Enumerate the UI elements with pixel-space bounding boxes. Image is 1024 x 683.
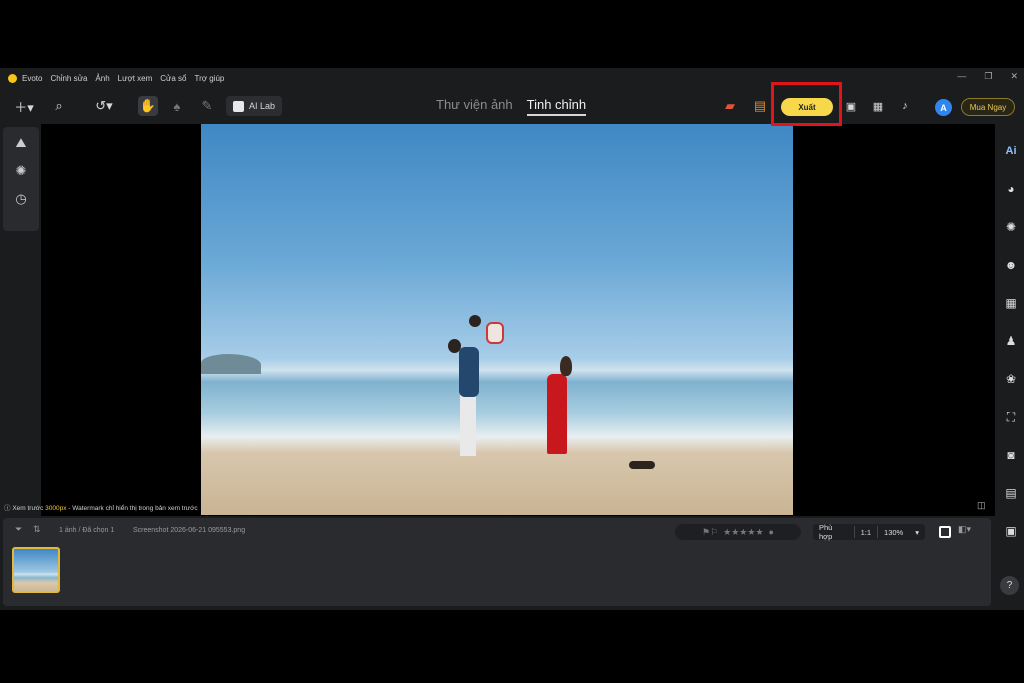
search-button[interactable]: ⌕ <box>50 96 68 116</box>
bell-icon: ♪ <box>902 100 908 112</box>
search-icon: ⌕ <box>55 98 63 113</box>
camera-icon[interactable]: ◙ <box>1007 436 1014 474</box>
folder-eye-icon[interactable]: ▤ <box>1005 474 1016 512</box>
notification-button[interactable]: ♪ <box>897 96 913 116</box>
add-button[interactable]: ＋▾ <box>10 96 38 116</box>
avatar[interactable]: A <box>935 99 952 116</box>
undo-button[interactable]: ↺▾ <box>88 96 120 116</box>
zoom-controls: Phù hợp 1:1 130% ▾ <box>813 523 925 541</box>
preview-watermark-note: ⓘ Xem trước 3000px - Watermark chỉ hiển … <box>4 502 198 512</box>
ai-lab-icon <box>233 100 244 112</box>
batch-button[interactable]: ▣ <box>843 96 859 116</box>
menu-item-help[interactable]: Trợ giúp <box>195 74 225 83</box>
evoto-logo-icon <box>8 73 17 83</box>
tab-library[interactable]: Thư viện ảnh <box>436 97 513 116</box>
menu-item-view[interactable]: Lượt xem <box>118 74 153 83</box>
hand-icon: ✋ <box>139 98 157 113</box>
file-name: Screenshot 2026-06-21 095553.png <box>133 527 246 534</box>
eraser-tool-button[interactable]: ✎ <box>198 96 216 116</box>
fit-button[interactable]: Phù hợp <box>813 523 854 541</box>
left-tool-panel: ⛰ ✺ ◷ <box>3 127 39 231</box>
filter-dots-icon[interactable]: ✺ <box>16 163 27 179</box>
grid-icon[interactable]: ▦ <box>1005 284 1016 322</box>
brush-tool-button[interactable]: ♠ <box>168 96 186 116</box>
photo-preview[interactable] <box>201 124 793 515</box>
close-button[interactable]: ✕ <box>1010 71 1018 82</box>
selection-count: 1 ảnh / Đã chọn 1 <box>59 527 115 534</box>
promo-button[interactable]: ▤ <box>750 96 770 116</box>
preview-suffix: - Watermark chỉ hiển thị trong bản xem t… <box>66 505 198 512</box>
undo-icon: ↺▾ <box>95 98 113 113</box>
highlight-frame <box>771 82 842 126</box>
filter-icon[interactable]: ✺ <box>1006 208 1016 246</box>
menu-item-window[interactable]: Cửa sổ <box>160 74 186 83</box>
hand-tool-button[interactable]: ✋ <box>138 96 158 116</box>
filmstrip-toolbar: ⏷ ⇅ 1 ảnh / Đã chọn 1 Screenshot 2026-06… <box>3 523 991 541</box>
photo-baby-head <box>469 315 481 327</box>
photo-man <box>459 347 479 397</box>
app-name: Evoto <box>22 73 43 83</box>
paw-icon[interactable]: ❀ <box>1006 360 1016 398</box>
photo-man-legs <box>460 394 476 456</box>
zoom-select[interactable]: 130% <box>878 528 909 537</box>
single-view-icon[interactable] <box>939 526 951 538</box>
preview-size: 3000px <box>45 505 67 512</box>
mode-tabs: Thư viện ảnh Tinh chỉnh <box>436 97 587 116</box>
ratio-button[interactable]: 1:1 <box>855 528 877 537</box>
ai-lab-button[interactable]: AI Lab <box>226 96 283 116</box>
window-controls: — ❐ ✕ <box>957 71 1018 82</box>
tab-edit[interactable]: Tinh chỉnh <box>526 97 587 116</box>
photo-shoes <box>629 461 655 469</box>
color-label-icon[interactable]: ● <box>769 527 774 537</box>
maximize-button[interactable]: ❐ <box>984 71 992 82</box>
menu-item-edit[interactable]: Chỉnh sửa <box>50 74 87 83</box>
batch-icon: ▣ <box>845 100 857 113</box>
compare-view-icon[interactable]: ◧▾ <box>958 524 971 535</box>
calendar-button[interactable]: ▦ <box>870 96 886 116</box>
rating-bar[interactable]: ⚑⚐ ★★★★★ ● <box>675 524 801 540</box>
photo-hill <box>201 354 261 374</box>
calendar-icon: ▦ <box>872 100 884 113</box>
chevron-down-icon[interactable]: ▾ <box>909 528 925 537</box>
promo-icon: ▤ <box>753 98 767 113</box>
person-box-icon[interactable]: ▣ <box>1005 512 1016 550</box>
star-rating[interactable]: ★★★★★ <box>723 527 763 538</box>
right-tool-panel: Ai ◕ ✺ ☻ ▦ ♟ ❀ ⛶ ◙ ▤ ▣ <box>998 132 1024 550</box>
history-clock-icon[interactable]: ◷ <box>15 191 26 207</box>
crop-icon[interactable]: ⛶ <box>1007 398 1015 436</box>
portrait-edit-icon[interactable]: ⛰ <box>16 135 27 151</box>
menu-item-image[interactable]: Ảnh <box>95 74 109 83</box>
shirt-icon[interactable]: ♟ <box>1006 322 1017 360</box>
help-button[interactable]: ? <box>1000 576 1019 595</box>
sort-icon[interactable]: ⇅ <box>33 524 41 535</box>
compare-split-icon[interactable]: ◫ <box>977 500 986 511</box>
menu-bar: Evoto Chỉnh sửa Ảnh Lượt xem Cửa sổ Trợ … <box>0 68 1024 88</box>
preview-prefix: Xem trước <box>12 505 46 512</box>
face-icon[interactable]: ☻ <box>1005 246 1018 284</box>
filmstrip-panel: ⏷ ⇅ 1 ảnh / Đã chọn 1 Screenshot 2026-06… <box>3 518 991 606</box>
photo-baby <box>486 322 504 344</box>
toolbar: ＋▾ ⌕ ↺▾ ✋ ♠ ✎ AI Lab Thư viện ảnh Tinh c… <box>0 88 1024 124</box>
app-window: Evoto Chỉnh sửa Ảnh Lượt xem Cửa sổ Trợ … <box>0 68 1024 610</box>
eraser-icon: ✎ <box>201 98 213 113</box>
ai-lab-label: AI Lab <box>249 101 276 111</box>
palette-icon[interactable]: ◕ <box>1007 170 1014 208</box>
gift-button[interactable]: ▰ <box>720 96 740 116</box>
photo-man-head <box>448 339 461 353</box>
ai-icon[interactable]: Ai <box>1006 132 1017 170</box>
flag-icon[interactable]: ⚑⚐ <box>702 527 718 538</box>
buy-now-button[interactable]: Mua Ngay <box>961 98 1015 116</box>
bottom-letterbox <box>0 610 1024 683</box>
canvas-area[interactable] <box>41 124 995 516</box>
photo-woman <box>547 374 567 454</box>
photo-thumbnail[interactable] <box>12 547 60 593</box>
brush-icon: ♠ <box>173 98 181 114</box>
gift-icon: ▰ <box>725 98 735 113</box>
filter-funnel-icon[interactable]: ⏷ <box>15 524 22 535</box>
photo-woman-head <box>560 356 572 376</box>
minimize-button[interactable]: — <box>957 71 966 82</box>
plus-icon: ＋▾ <box>14 99 34 115</box>
